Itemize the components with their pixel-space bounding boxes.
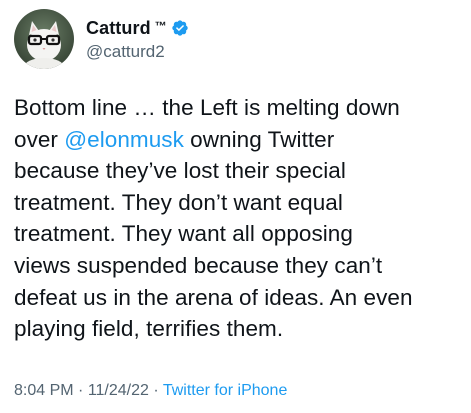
cat-with-glasses-icon: [24, 21, 64, 69]
handle[interactable]: @catturd2: [86, 42, 189, 62]
text-segment: treatment. They want all opposing: [14, 221, 353, 247]
text-segment: views suspended because they can’t: [14, 252, 383, 278]
meta-separator: ·: [73, 382, 88, 399]
tweet-line: over @elonmusk owning Twitter: [14, 124, 464, 156]
tweet-meta: 8:04 PM · 11/24/22 · Twitter for iPhone: [14, 382, 287, 400]
text-segment: owning Twitter: [183, 126, 335, 152]
meta-separator: ·: [148, 382, 163, 399]
text-segment: playing field, terrifies them.: [14, 316, 284, 342]
avatar[interactable]: [14, 9, 74, 69]
author-names: Catturd ™ @catturd2: [86, 16, 189, 62]
tweet-line: defeat us in the arena of ideas. An even: [14, 282, 464, 314]
text-segment: over: [14, 126, 65, 152]
verified-badge-icon: [172, 20, 188, 36]
text-segment: defeat us in the arena of ideas. An even: [14, 284, 413, 310]
tweet-source-link[interactable]: Twitter for iPhone: [163, 382, 288, 399]
tweet-text: Bottom line … the Left is melting down o…: [14, 92, 464, 345]
tweet-line: Bottom line … the Left is melting down: [14, 92, 464, 124]
tweet-date[interactable]: 11/24/22: [88, 382, 149, 399]
tweet-header: Catturd ™ @catturd2: [14, 8, 189, 70]
tweet-line: playing field, terrifies them.: [14, 313, 464, 345]
text-segment: Bottom line … the Left is melting down: [14, 95, 400, 120]
text-segment: treatment. They don’t want equal: [14, 189, 343, 215]
display-name-row: Catturd ™: [86, 16, 189, 40]
trademark-symbol: ™: [154, 19, 167, 33]
tweet-line: because they’ve lost their special: [14, 155, 464, 187]
tweet-line: views suspended because they can’t: [14, 250, 464, 282]
tweet-line: treatment. They want all opposing: [14, 218, 464, 250]
text-segment: because they’ve lost their special: [14, 158, 346, 184]
tweet-card: Catturd ™ @catturd2 Bottom line … the Le…: [0, 0, 471, 413]
display-name[interactable]: Catturd: [86, 18, 151, 39]
tweet-time[interactable]: 8:04 PM: [14, 382, 74, 399]
tweet-line: treatment. They don’t want equal: [14, 187, 464, 219]
mention-link[interactable]: @elonmusk: [64, 127, 184, 152]
